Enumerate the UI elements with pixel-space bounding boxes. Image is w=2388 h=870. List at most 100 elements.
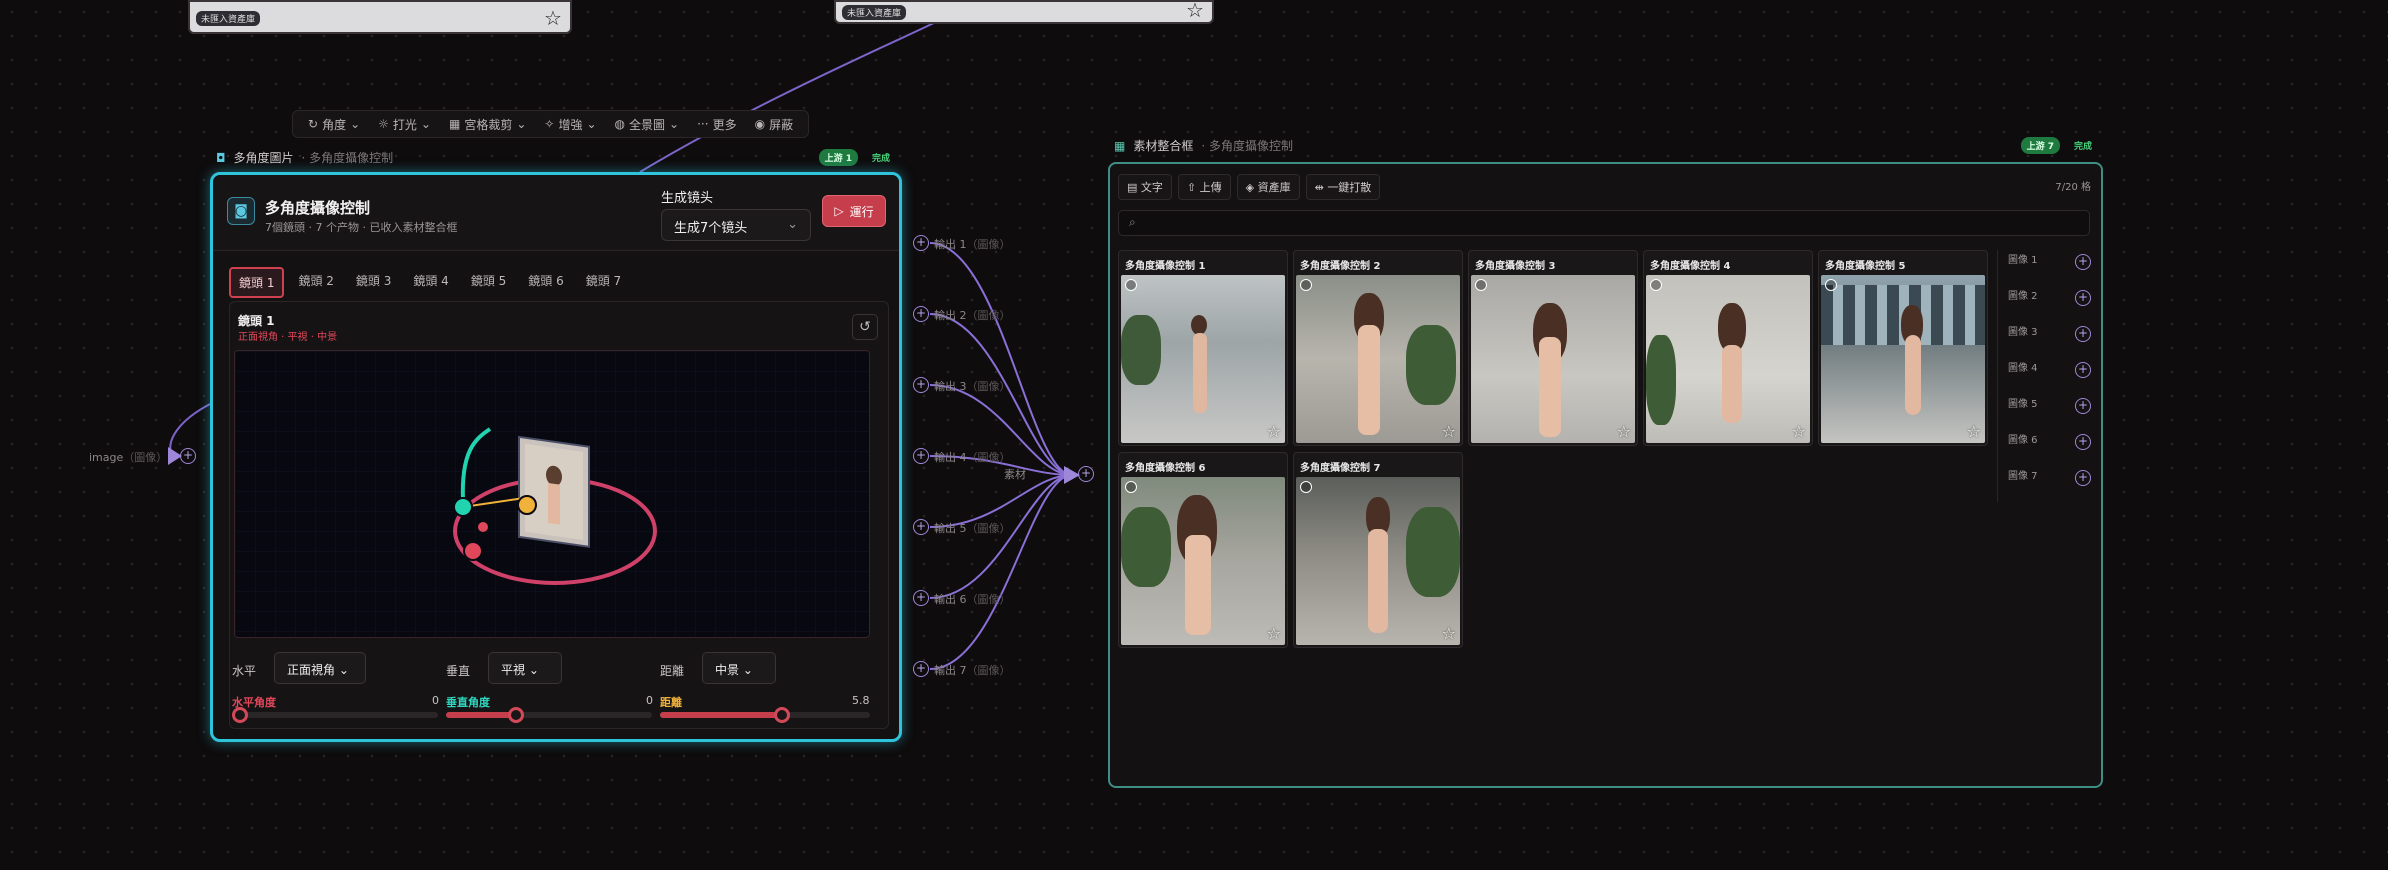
add-icon[interactable]: + [2075,470,2091,486]
toolbar-more[interactable]: ··· 更多 [690,113,743,136]
output-port-6[interactable]: + [913,590,929,606]
material-input-port[interactable]: + [1078,466,1094,482]
image-slot[interactable]: 圖像 1 + [1998,250,2097,286]
image-slot[interactable]: 圖像 6 + [1998,430,2097,466]
output-type: （圖像） [966,522,1011,535]
toolbar-label: 宮格裁剪 [464,117,513,132]
toolbar-panorama[interactable]: ◍ 全景圖 ⌄ [608,113,687,136]
toolbar-label: 打光 [392,117,417,132]
add-icon[interactable]: + [2075,326,2091,342]
output-type: （圖像） [966,309,1011,322]
tab-shot-4[interactable]: 鏡頭 4 [405,267,456,298]
asset-library-button[interactable]: ◈ 資產庫 [1236,174,1300,200]
add-icon[interactable]: + [2075,254,2091,270]
star-icon[interactable]: ☆ [544,6,562,30]
material-card[interactable]: 多角度攝像控制 6 ☆ [1118,452,1288,648]
material-port-label: 素材 [1004,468,1026,481]
vertical-angle-slider[interactable] [446,707,652,723]
image-slot[interactable]: 圖像 5 + [1998,394,2097,430]
search-icon: ⌕ [1129,215,1136,229]
slider-knob[interactable] [232,707,248,723]
image-slot[interactable]: 圖像 7 + [1998,466,2097,502]
distance-value: 中景 [715,663,740,677]
tab-shot-1[interactable]: 鏡頭 1 [229,267,285,298]
horizontal-value: 正面視角 [287,663,336,677]
tab-shot-5[interactable]: 鏡頭 5 [463,267,514,298]
star-icon[interactable]: ☆ [1267,624,1281,643]
card-image[interactable] [1821,275,1985,443]
output-port-4[interactable]: + [913,448,929,464]
output-port-1[interactable]: + [913,235,929,251]
star-icon[interactable]: ☆ [1967,422,1981,441]
horizontal-angle-slider[interactable] [232,707,438,723]
material-card[interactable]: 多角度攝像控制 1 ☆ [1118,250,1288,446]
card-image[interactable] [1121,275,1285,443]
add-icon[interactable]: + [2075,434,2091,450]
card-image[interactable] [1296,275,1460,443]
add-icon[interactable]: + [2075,398,2091,414]
material-card[interactable]: 多角度攝像控制 2 ☆ [1293,250,1463,446]
output-port-2[interactable]: + [913,306,929,322]
camera-icon: ◙ [227,197,255,225]
output-port-7[interactable]: + [913,661,929,677]
output-port-3[interactable]: + [913,377,929,393]
text-button[interactable]: ▤ 文字 [1118,174,1172,200]
horizontal-select[interactable]: 正面視角 ⌄ [274,652,366,684]
gen-shots-select[interactable]: 生成7个镜头 ⌄ [661,209,811,241]
toolbar-hide[interactable]: ◉ 屏蔽 [748,113,801,136]
tab-shot-7[interactable]: 鏡頭 7 [578,267,629,298]
right-node-header: ▦ 素材整合框 · 多角度攝像控制 上游 7 完成 [1114,137,2098,154]
toolbar-label: 增強 [558,117,583,132]
run-button[interactable]: ▷ 運行 [822,195,886,227]
input-port[interactable]: + [180,448,196,464]
toolbar-enhance[interactable]: ✧ 增強 ⌄ [537,113,603,136]
slot-label: 圖像 4 [2008,363,2038,374]
tab-shot-2[interactable]: 鏡頭 2 [290,267,341,298]
split-all-button[interactable]: ⇹ 一鍵打散 [1305,174,1381,200]
tab-shot-6[interactable]: 鏡頭 6 [520,267,571,298]
slider-knob[interactable] [508,707,524,723]
distance-slider[interactable] [660,707,870,723]
material-card[interactable]: 多角度攝像控制 3 ☆ [1468,250,1638,446]
material-card[interactable]: 多角度攝像控制 5 ☆ [1818,250,1988,446]
star-icon[interactable]: ☆ [1442,422,1456,441]
camera-icon: ◘ [216,150,226,165]
image-slot[interactable]: 圖像 4 + [1998,358,2097,394]
star-icon[interactable]: ☆ [1186,0,1204,22]
multi-angle-camera-node[interactable]: ◙ 多角度攝像控制 7個鏡頭 · 7 个产物 · 已收入素材整合框 生成镜头 生… [210,172,902,742]
card-title: 多角度攝像控制 6 [1125,463,1206,474]
card-image[interactable] [1646,275,1810,443]
toolbar-grid-crop[interactable]: ▦ 宮格裁剪 ⌄ [442,113,533,136]
distance-select[interactable]: 中景 ⌄ [702,652,776,684]
material-collection-node[interactable]: ▤ 文字 ⇧ 上傳 ◈ 資產庫 ⇹ 一鍵打散 7/20 格 ⌕ 多角度攝像控制 … [1108,162,2103,788]
slider-knob[interactable] [774,707,790,723]
toolbar-lighting[interactable]: ☼ 打光 ⌄ [371,113,438,136]
card-image[interactable] [1296,477,1460,645]
output-port-5[interactable]: + [913,519,929,535]
add-icon[interactable]: + [2075,362,2091,378]
add-icon[interactable]: + [2075,290,2091,306]
vertical-select[interactable]: 平視 ⌄ [488,652,562,684]
toolbar-angle[interactable]: ↻ 角度 ⌄ [301,113,367,136]
clock-icon [1300,481,1312,493]
status-badge: 完成 [871,154,890,164]
card-image[interactable] [1471,275,1635,443]
star-icon[interactable]: ☆ [1442,624,1456,643]
card-image[interactable] [1121,477,1285,645]
image-card-partial[interactable]: 未匯入資產庫 ☆ [188,0,572,34]
star-icon[interactable]: ☆ [1617,422,1631,441]
image-slot[interactable]: 圖像 3 + [1998,322,2097,358]
search-input[interactable]: ⌕ [1118,210,2090,236]
star-icon[interactable]: ☆ [1792,422,1806,441]
tab-shot-3[interactable]: 鏡頭 3 [348,267,399,298]
image-slot[interactable]: 圖像 2 + [1998,286,2097,322]
camera-orbit-graphic[interactable] [235,351,870,638]
upload-button[interactable]: ⇧ 上傳 [1177,174,1231,200]
star-icon[interactable]: ☆ [1267,422,1281,441]
image-card-partial[interactable]: 未匯入資產庫 ☆ [834,0,1214,24]
camera-3d-viewport[interactable] [234,350,870,638]
reset-icon[interactable]: ↺ [852,314,878,340]
material-card[interactable]: 多角度攝像控制 4 ☆ [1643,250,1813,446]
material-card[interactable]: 多角度攝像控制 7 ☆ [1293,452,1463,648]
output-label: 輸出 4（圖像） [934,449,1011,465]
